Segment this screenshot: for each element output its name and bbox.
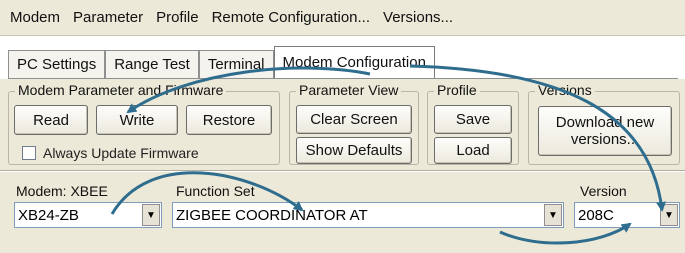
function-set-select-value: ZIGBEE COORDINATOR AT: [176, 206, 368, 224]
modem-label: Modem: XBEE: [16, 183, 108, 199]
always-update-checkbox[interactable]: [22, 146, 36, 160]
write-button[interactable]: Write: [96, 105, 178, 135]
always-update-label: Always Update Firmware: [43, 145, 199, 161]
modem-configuration-panel: Modem Parameter and Firmware Read Write …: [0, 79, 685, 253]
chevron-down-icon[interactable]: ▼: [544, 204, 562, 226]
group-legend: Parameter View: [296, 82, 402, 98]
tab-strip: PC Settings Range Test Terminal Modem Co…: [8, 44, 435, 79]
menu-versions[interactable]: Versions...: [383, 9, 453, 26]
load-profile-button[interactable]: Load: [434, 137, 512, 164]
always-update-firmware[interactable]: Always Update Firmware: [22, 145, 199, 161]
show-defaults-button[interactable]: Show Defaults: [296, 137, 412, 164]
download-new-versions-button[interactable]: Download new versions...: [538, 106, 672, 156]
version-select[interactable]: 208C ▼: [574, 202, 680, 228]
tab-modem-configuration[interactable]: Modem Configuration: [273, 46, 435, 79]
chevron-down-icon[interactable]: ▼: [142, 204, 160, 226]
function-set-label: Function Set: [176, 183, 255, 199]
menu-bar: Modem Parameter Profile Remote Configura…: [0, 0, 685, 36]
menu-parameter[interactable]: Parameter: [73, 9, 143, 26]
tab-pc-settings[interactable]: PC Settings: [8, 50, 106, 78]
modem-select-value: XB24-ZB: [18, 206, 79, 224]
read-button[interactable]: Read: [14, 105, 88, 135]
xctu-window: Modem Parameter Profile Remote Configura…: [0, 0, 685, 253]
group-legend: Profile: [434, 82, 480, 98]
version-select-value: 208C: [578, 206, 614, 224]
menu-remote-configuration[interactable]: Remote Configuration...: [212, 9, 370, 26]
menu-profile[interactable]: Profile: [156, 9, 199, 26]
save-profile-button[interactable]: Save: [434, 105, 512, 134]
group-legend: Modem Parameter and Firmware: [15, 82, 227, 98]
chevron-down-icon[interactable]: ▼: [660, 204, 678, 226]
group-legend: Versions: [535, 82, 595, 98]
tab-terminal[interactable]: Terminal: [198, 50, 274, 78]
version-label: Version: [580, 183, 627, 199]
function-set-select[interactable]: ZIGBEE COORDINATOR AT ▼: [172, 202, 564, 228]
menu-modem[interactable]: Modem: [10, 9, 60, 26]
section-divider-highlight: [0, 171, 685, 172]
clear-screen-button[interactable]: Clear Screen: [296, 105, 412, 134]
tab-range-test[interactable]: Range Test: [105, 50, 199, 78]
modem-select[interactable]: XB24-ZB ▼: [14, 202, 162, 228]
restore-button[interactable]: Restore: [186, 105, 272, 135]
